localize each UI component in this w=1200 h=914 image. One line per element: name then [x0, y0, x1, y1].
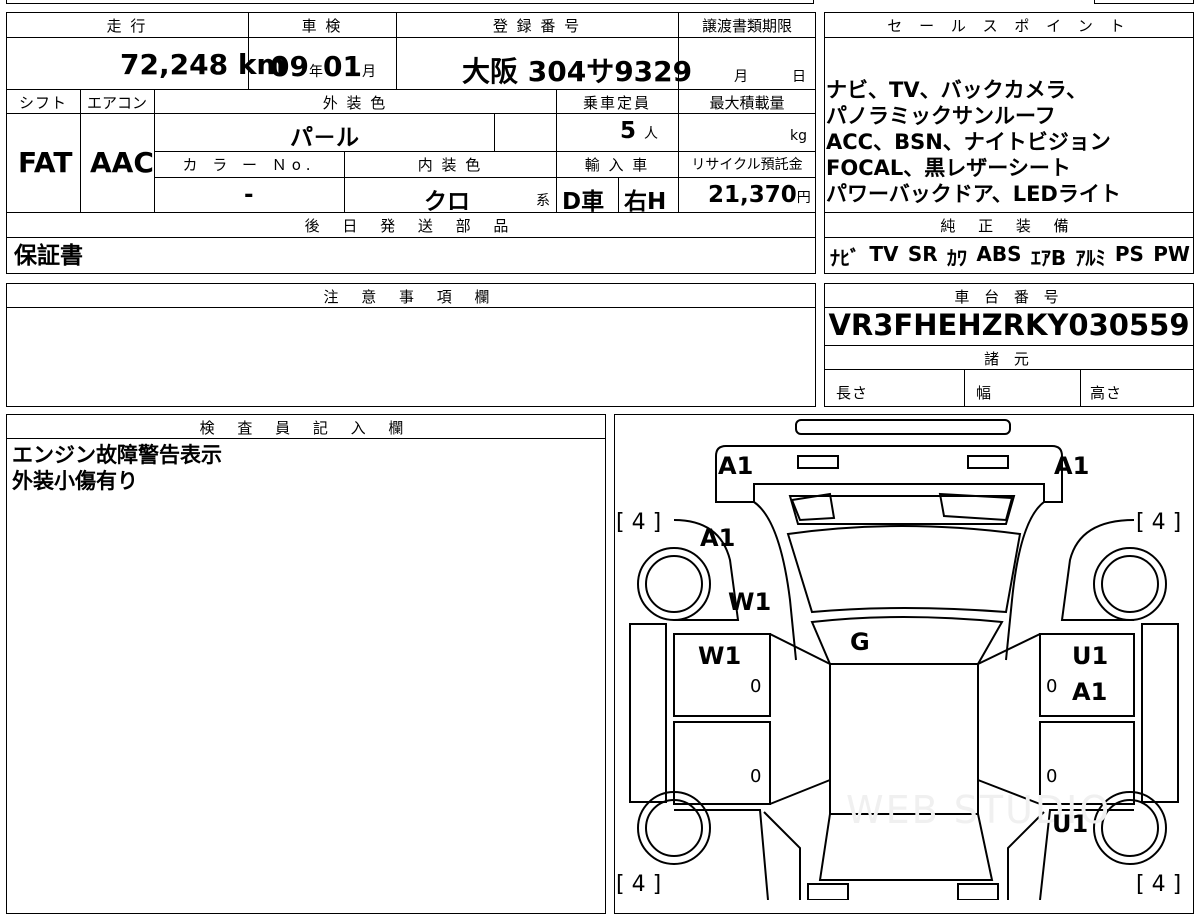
- rear-lamp-left-shape: [807, 883, 849, 900]
- wheel-front-right-inner-shape: [1101, 555, 1159, 613]
- mark-fender-left: W1: [728, 588, 772, 616]
- mark-front-right: A1: [1054, 452, 1090, 480]
- mark-front-left: A1: [718, 452, 754, 480]
- mark-rear-right: U1: [1052, 810, 1089, 838]
- sill-right-shape: [1141, 623, 1179, 803]
- mark-zero: 0: [1046, 676, 1058, 697]
- hood-front-shape: [788, 495, 1016, 525]
- tire-rear-left: [ 4 ]: [616, 872, 662, 897]
- mark-front-door-right: U1: [1072, 642, 1109, 670]
- front-bumper-shape: [795, 419, 1011, 435]
- hood-vent-left-shape: [790, 492, 836, 522]
- front-panel-shape: [715, 445, 1063, 503]
- wheel-rear-left-inner-shape: [645, 799, 703, 857]
- windshield-shape: [786, 525, 1022, 614]
- headlight-left-shape: [797, 455, 839, 469]
- wheel-front-right-shape: [1093, 547, 1167, 621]
- mark-front-door-left: W1: [698, 642, 742, 670]
- tire-front-left: [ 4 ]: [616, 510, 662, 535]
- hood-vent-right-shape: [938, 492, 1014, 522]
- wheel-front-left-shape: [637, 547, 711, 621]
- rear-lamp-right-shape: [957, 883, 999, 900]
- door-line-shape: [769, 633, 831, 665]
- sill-left-shape: [629, 623, 667, 803]
- roof-front-shape: [810, 616, 1004, 665]
- car-diagram: [629, 419, 1179, 900]
- mark-zero: 0: [1046, 766, 1058, 787]
- tire-rear-right: [ 4 ]: [1136, 872, 1182, 897]
- headlight-right-shape: [967, 455, 1009, 469]
- rear-door-left-shape: [673, 721, 771, 805]
- rear-pillar-left-shape: [763, 811, 801, 900]
- mark-front-door-right-2: A1: [1072, 678, 1108, 706]
- wheel-front-left-inner-shape: [645, 555, 703, 613]
- mark-zero: 0: [750, 766, 762, 787]
- door-line-shape: [769, 779, 831, 805]
- tire-front-right: [ 4 ]: [1136, 510, 1182, 535]
- mark-hood-left: A1: [700, 524, 736, 552]
- quarter-left-shape: [674, 809, 769, 900]
- fender-right-shape: [1060, 519, 1135, 621]
- mark-zero: 0: [750, 676, 762, 697]
- mark-roof: G: [850, 628, 870, 656]
